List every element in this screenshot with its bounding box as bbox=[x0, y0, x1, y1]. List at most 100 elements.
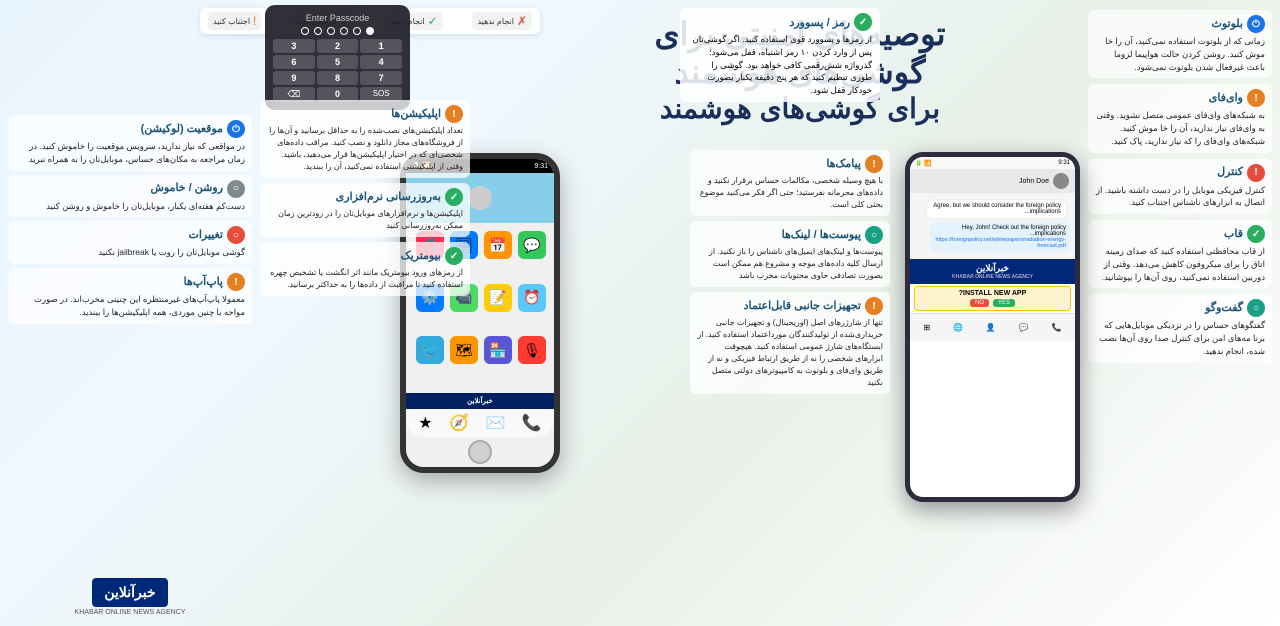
key-9[interactable]: 9 bbox=[273, 71, 315, 85]
app-messages: 💬 bbox=[518, 231, 546, 259]
tip-control: ! کنترل کنترل فیزیکی موبایل را در دست دا… bbox=[1088, 159, 1272, 215]
chat-sent-1: Hey, John! Check out the foreign policy … bbox=[930, 222, 1071, 252]
key-5[interactable]: 5 bbox=[317, 55, 359, 69]
tip-location-title: ⏻ موقعیت (لوکیشن) bbox=[15, 120, 245, 138]
install-no-btn[interactable]: NO bbox=[970, 299, 989, 307]
tip-password: ✓ رمز / پسوورد از رمزها و پسوورد قوی است… bbox=[680, 8, 880, 102]
passcode-overlay: Enter Passcode 1 2 3 4 5 6 7 8 9 SOS bbox=[265, 5, 410, 110]
android-mockup: 9:31 📶 🔋 John Doe Agree, but we should c… bbox=[905, 152, 1080, 502]
app-twitter: 🐦 bbox=[416, 336, 444, 364]
nav-phone[interactable]: 📞 bbox=[1052, 323, 1062, 332]
install-yes-btn[interactable]: YES bbox=[993, 299, 1015, 307]
tip-update: ✓ به‌روزرسانی نرم‌افزاری اپلیکیشن‌ها و ن… bbox=[260, 183, 470, 237]
tip-password-title: ✓ رمز / پسوورد bbox=[688, 13, 872, 31]
nav-contacts[interactable]: 👤 bbox=[986, 323, 996, 332]
chat-area: Agree, but we should consider the foreig… bbox=[910, 193, 1075, 259]
left-tips: ⏻ بلوتوث زمانی که از بلوتوث استفاده نمی‌… bbox=[1080, 0, 1280, 626]
tip-voicetalk: ○ گفت‌وگو گفتگوهای حساس را در نزدیکی موب… bbox=[1088, 294, 1272, 362]
install-buttons: YES NO bbox=[918, 299, 1067, 307]
tip-links-title: ○ پیوست‌ها / لینک‌ها bbox=[697, 226, 883, 244]
update-icon: ✓ bbox=[445, 188, 463, 206]
power-icon: ○ bbox=[227, 180, 245, 198]
wallpaper-circle bbox=[468, 186, 492, 210]
logo-subtitle: KHABAR ONLINE NEWS AGENCY bbox=[8, 609, 252, 616]
key-7[interactable]: 7 bbox=[360, 71, 402, 85]
tip-voicetalk-title: ○ گفت‌وگو bbox=[1095, 299, 1265, 317]
android-screen: 9:31 📶 🔋 John Doe Agree, but we should c… bbox=[910, 157, 1075, 497]
app-maps: 🗺 bbox=[450, 336, 478, 364]
android-logo-subtitle: KHABAR ONLINE NEWS AGENCY bbox=[912, 274, 1073, 280]
key-4[interactable]: 4 bbox=[360, 55, 402, 69]
iphone-dock: 📞 ✉️ 🧭 ★ bbox=[406, 409, 554, 437]
dock-mail: ✉️ bbox=[485, 413, 505, 433]
apps-icon: ! bbox=[445, 105, 463, 123]
app-calendar: 📅 bbox=[484, 231, 512, 259]
android-navbar: 📞 💬 👤 🌐 ⊞ bbox=[910, 313, 1075, 341]
tip-power-title: ○ روشن / خاموش bbox=[15, 180, 245, 198]
logo-khabaronline: خبرآنلاین bbox=[92, 578, 167, 607]
key-3[interactable]: 3 bbox=[273, 39, 315, 53]
usb-cable bbox=[990, 497, 996, 502]
app-podcast: 🎙 bbox=[518, 336, 546, 364]
android-logo-banner: خبرآنلاین KHABAR ONLINE NEWS AGENCY bbox=[910, 259, 1075, 284]
key-1[interactable]: 1 bbox=[360, 39, 402, 53]
messages-icon: ! bbox=[865, 155, 883, 173]
tip-wifi-title: ! وای‌فای bbox=[1095, 89, 1265, 107]
tip-biometric: ✓ بیومتریک از رمزهای ورود بیومتریک مانند… bbox=[260, 242, 470, 296]
app-store: 🏪 bbox=[484, 336, 512, 364]
tip-apps-title: ! اپلیکیشن‌ها bbox=[267, 105, 463, 123]
tip-control-title: ! کنترل bbox=[1095, 164, 1265, 182]
tip-changes: ○ تغییرات گوشی موبایل‌تان را روت یا jail… bbox=[8, 221, 252, 264]
dock-phone: 📞 bbox=[522, 413, 542, 433]
location-icon: ⏻ bbox=[227, 120, 245, 138]
avoid-btn: ! اجتناب کنید bbox=[208, 12, 261, 30]
tip-power: ○ روشن / خاموش دست‌کم هفته‌ای یکبار، موب… bbox=[8, 175, 252, 218]
middle-tips: ! اپلیکیشن‌ها تعداد اپلیکیشن‌های نصب‌شده… bbox=[260, 100, 470, 296]
key-6[interactable]: 6 bbox=[273, 55, 315, 69]
iphone-home-button[interactable] bbox=[468, 440, 492, 464]
dock-music: ★ bbox=[418, 413, 432, 433]
bottom-right-logo: خبرآنلاین KHABAR ONLINE NEWS AGENCY bbox=[8, 568, 252, 616]
chat-header: John Doe bbox=[910, 169, 1075, 193]
iphone-logo: خبرآنلاین bbox=[406, 393, 554, 409]
biometric-icon: ✓ bbox=[445, 247, 463, 265]
nav-browser[interactable]: 🌐 bbox=[953, 323, 963, 332]
tip-wifi: ! وای‌فای به شبکه‌های وای‌فای عمومی متصل… bbox=[1088, 84, 1272, 152]
app-notes: 📝 bbox=[484, 284, 512, 312]
tip-bluetooth-title: ⏻ بلوتوث bbox=[1095, 15, 1265, 33]
control-icon: ! bbox=[1247, 164, 1265, 182]
tip-case: ✓ قاب از قاب محافظتی استفاده کنید که صدا… bbox=[1088, 220, 1272, 288]
nav-msg[interactable]: 💬 bbox=[1019, 323, 1029, 332]
tip-changes-title: ○ تغییرات bbox=[15, 226, 245, 244]
tip-trusted: ! تجهیزات جانبی قابل‌اعتماد تنها از شارژ… bbox=[690, 292, 890, 394]
key-8[interactable]: 8 bbox=[317, 71, 359, 85]
tip-case-title: ✓ قاب bbox=[1095, 225, 1265, 243]
tip-messages: ! پیامک‌ها با هیچ وسیله شخصی، مکالمات حس… bbox=[690, 150, 890, 216]
passcode-dots bbox=[273, 27, 402, 35]
dock-safari: 🧭 bbox=[449, 413, 469, 433]
tip-apps: ! اپلیکیشن‌ها تعداد اپلیکیشن‌های نصب‌شده… bbox=[260, 100, 470, 178]
tip-update-title: ✓ به‌روزرسانی نرم‌افزاری bbox=[267, 188, 463, 206]
install-app-banner: INSTALL NEW APP? YES NO bbox=[914, 286, 1071, 311]
tip-popups: ! پاپ‌آپ‌ها معمولا پاپ‌آپ‌های غیرمنتظره … bbox=[8, 268, 252, 324]
tip-messages-title: ! پیامک‌ها bbox=[697, 155, 883, 173]
nav-apps[interactable]: ⊞ bbox=[923, 323, 930, 332]
popups-icon: ! bbox=[227, 273, 245, 291]
tip-popups-title: ! پاپ‌آپ‌ها bbox=[15, 273, 245, 291]
changes-icon: ○ bbox=[227, 226, 245, 244]
wifi-icon: ! bbox=[1247, 89, 1265, 107]
trusted-icon: ! bbox=[865, 297, 883, 315]
tip-location: ⏻ موقعیت (لوکیشن) در مواقعی که نیاز ندار… bbox=[8, 115, 252, 171]
passcode-keypad: 1 2 3 4 5 6 7 8 9 SOS 0 ⌫ bbox=[273, 39, 402, 102]
android-statusbar: 9:31 📶 🔋 bbox=[910, 157, 1075, 169]
case-icon: ✓ bbox=[1247, 225, 1265, 243]
main-container: ✗ انجام ندهید ✓ انجام دهید ✓ غیرفعال کنی… bbox=[0, 0, 1280, 626]
tip-trusted-title: ! تجهیزات جانبی قابل‌اعتماد bbox=[697, 297, 883, 315]
voice-icon: ○ bbox=[1247, 299, 1265, 317]
bluetooth-icon: ⏻ bbox=[1247, 15, 1265, 33]
password-icon: ✓ bbox=[854, 13, 872, 31]
right-tips: ⏻ موقعیت (لوکیشن) در مواقعی که نیاز ندار… bbox=[0, 0, 260, 626]
app-clock: ⏰ bbox=[518, 284, 546, 312]
key-2[interactable]: 2 bbox=[317, 39, 359, 53]
tip-links: ○ پیوست‌ها / لینک‌ها پیوست‌ها و لینک‌های… bbox=[690, 221, 890, 287]
